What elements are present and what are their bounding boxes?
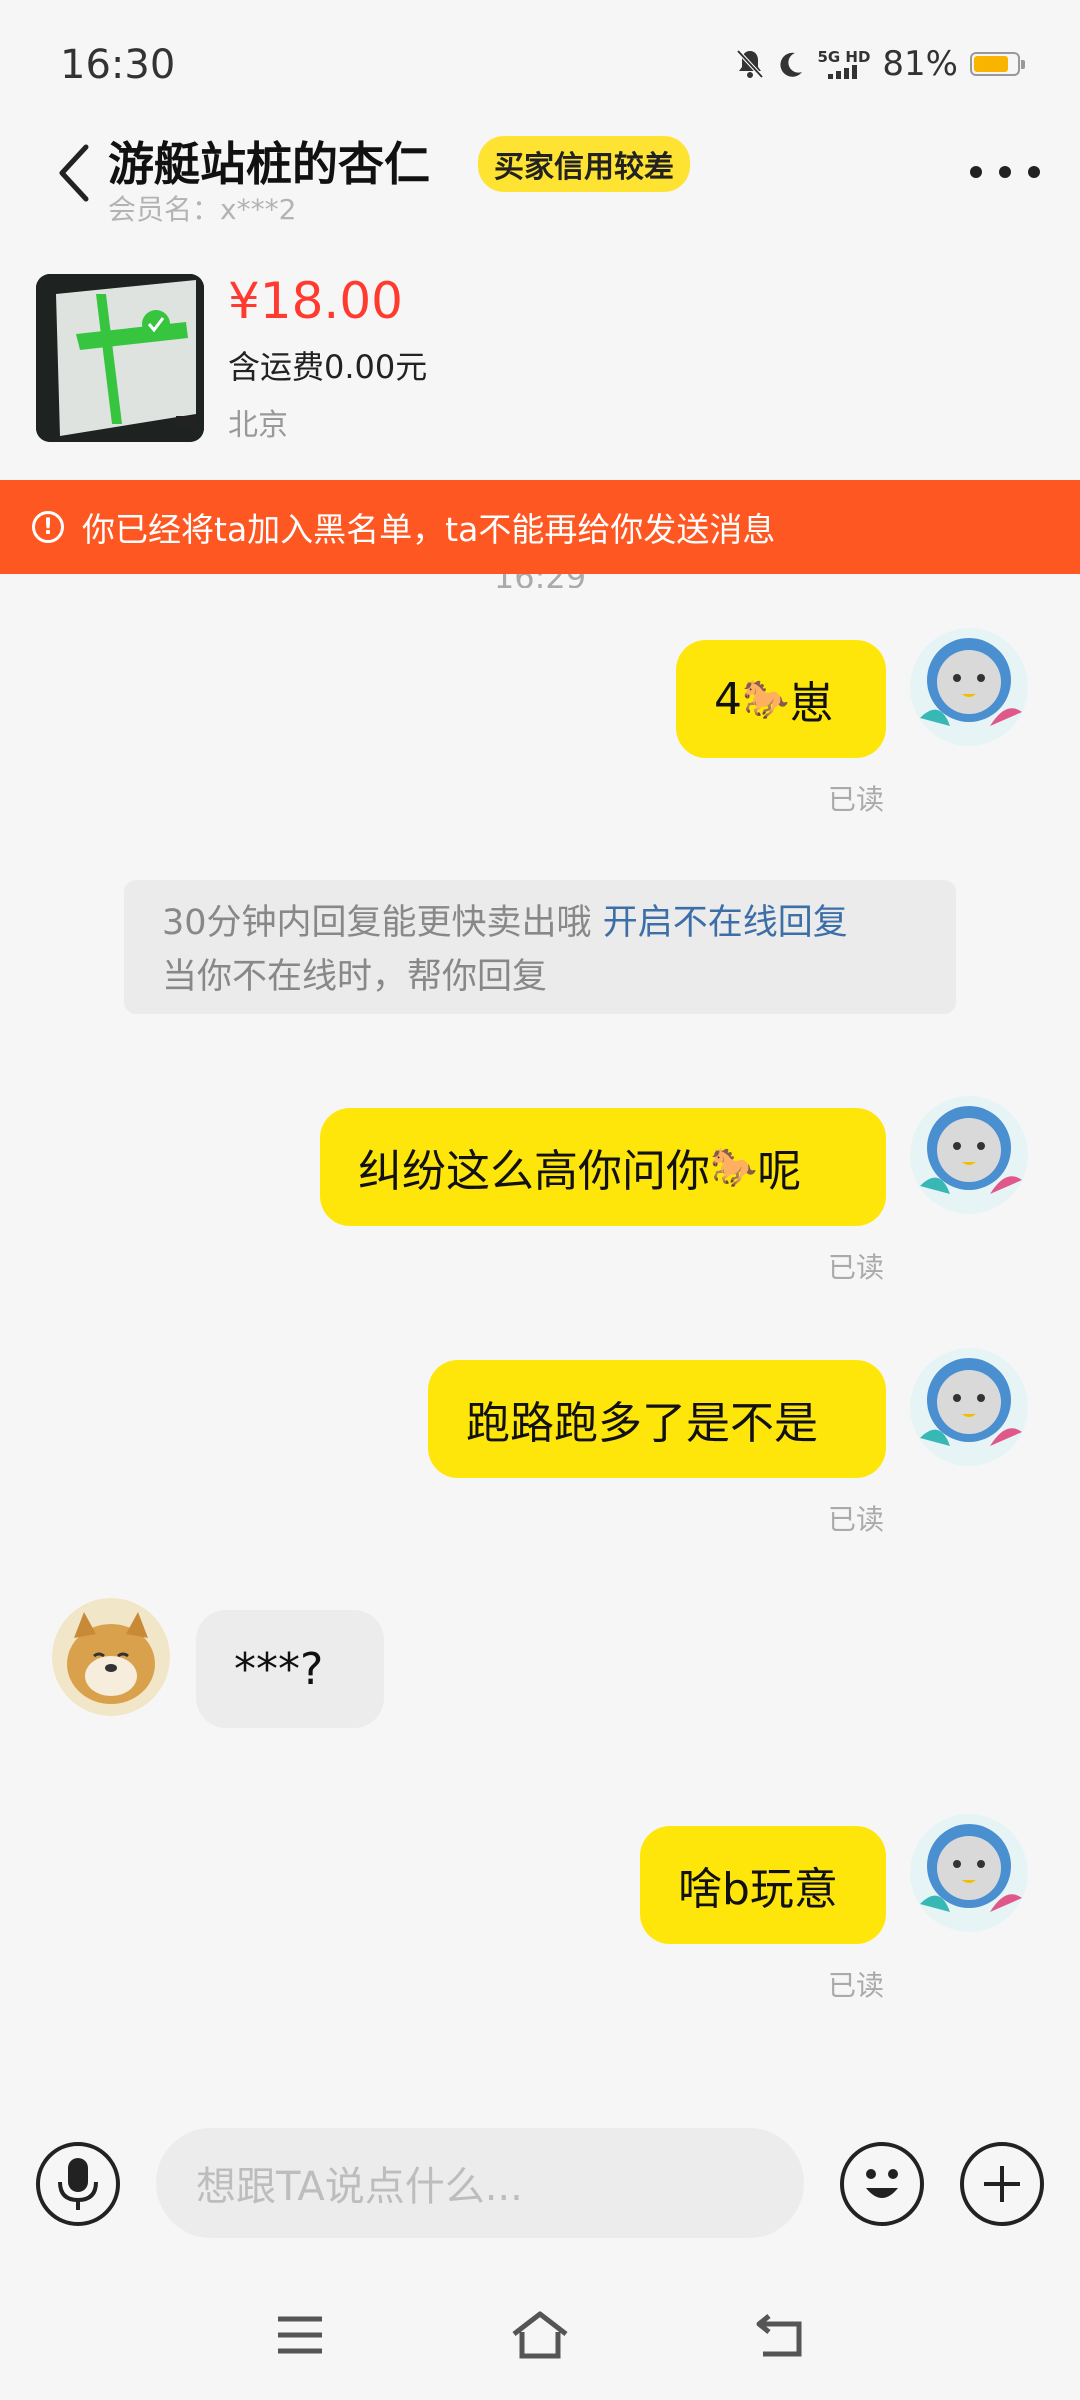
read-status: 已读 <box>828 1503 885 1536</box>
message-text: 纠纷这么高你问你 <box>358 1146 710 1197</box>
plus-icon <box>984 2166 1020 2202</box>
back-nav-button[interactable] <box>740 2300 820 2370</box>
contact-avatar[interactable] <box>52 1598 170 1716</box>
home-nav-button[interactable] <box>500 2300 580 2370</box>
auto-reply-tip: 30分钟内回复能更快卖出哦 开启不在线回复 当你不在线时，帮你回复 <box>124 880 956 1014</box>
battery-percent: 81% <box>882 44 958 84</box>
read-status: 已读 <box>828 1251 885 1284</box>
message-input[interactable]: 想跟TA说点什么... <box>156 2128 804 2238</box>
signal-icon: 5G HD <box>817 49 870 79</box>
dot-icon <box>1028 166 1040 178</box>
status-time: 16:30 <box>60 42 176 88</box>
smiley-icon <box>866 2169 898 2198</box>
message-text: 啥b玩意 <box>678 1864 838 1915</box>
chat-title: 游艇站桩的杏仁 <box>108 137 430 191</box>
menu-nav-button[interactable] <box>260 2300 340 2370</box>
enable-auto-reply-link[interactable]: 开启不在线回复 <box>603 903 848 943</box>
message-bubble-sent[interactable]: 纠纷这么高你问你 🐎 呢 <box>320 1108 886 1226</box>
home-icon <box>512 2311 568 2359</box>
my-avatar[interactable] <box>910 1096 1028 1214</box>
back-button[interactable] <box>48 138 98 208</box>
message-text: 崽 <box>789 678 834 729</box>
warning-icon: ! <box>32 511 64 543</box>
dot-icon <box>970 166 982 178</box>
horse-emoji: 🐎 <box>742 676 790 721</box>
read-status: 已读 <box>828 1969 885 2002</box>
battery-icon <box>970 52 1025 76</box>
chevron-left-icon <box>59 144 89 202</box>
tip-text: 30分钟内回复能更快卖出哦 <box>162 903 592 943</box>
read-status: 已读 <box>828 783 885 816</box>
message-bubble-sent[interactable]: 4 🐎 崽 <box>676 640 886 758</box>
moon-icon <box>780 52 803 77</box>
menu-icon <box>278 2316 322 2354</box>
network-label: 5G HD <box>817 48 871 66</box>
shipping-fee: 含运费0.00元 <box>228 348 428 386</box>
more-actions-button[interactable] <box>960 2142 1044 2226</box>
message-bubble-sent[interactable]: 啥b玩意 <box>640 1826 886 1944</box>
credit-badge[interactable]: 买家信用较差 <box>478 136 690 192</box>
voice-button[interactable] <box>36 2142 120 2226</box>
product-price: ¥18.00 <box>228 272 403 330</box>
microphone-icon <box>58 2158 98 2210</box>
my-avatar[interactable] <box>910 628 1028 746</box>
message-text: 跑路跑多了是不是 <box>466 1398 818 1449</box>
blacklist-banner: ! 你已经将ta加入黑名单，ta不能再给你发送消息 <box>0 480 1080 574</box>
message-text: 4 <box>714 673 742 725</box>
message-text: ***? <box>234 1643 324 1695</box>
status-icons: 5G HD 81% <box>735 44 1025 84</box>
dot-icon <box>999 166 1011 178</box>
tip-text-line2: 当你不在线时，帮你回复 <box>162 957 548 997</box>
emoji-button[interactable] <box>840 2142 924 2226</box>
product-thumbnail[interactable] <box>36 274 204 442</box>
mute-bell-icon <box>736 49 764 79</box>
my-avatar[interactable] <box>910 1348 1028 1466</box>
message-bubble-received[interactable]: ***? <box>196 1610 384 1728</box>
product-location: 北京 <box>228 408 288 443</box>
horse-emoji: 🐎 <box>710 1144 758 1189</box>
my-avatar[interactable] <box>910 1814 1028 1932</box>
more-options-button[interactable] <box>970 150 1040 194</box>
member-name: 会员名：x***2 <box>108 193 297 226</box>
return-icon <box>756 2314 802 2357</box>
message-bubble-sent[interactable]: 跑路跑多了是不是 <box>428 1360 886 1478</box>
banner-text: 你已经将ta加入黑名单，ta不能再给你发送消息 <box>82 510 776 549</box>
message-text: 呢 <box>757 1146 802 1197</box>
